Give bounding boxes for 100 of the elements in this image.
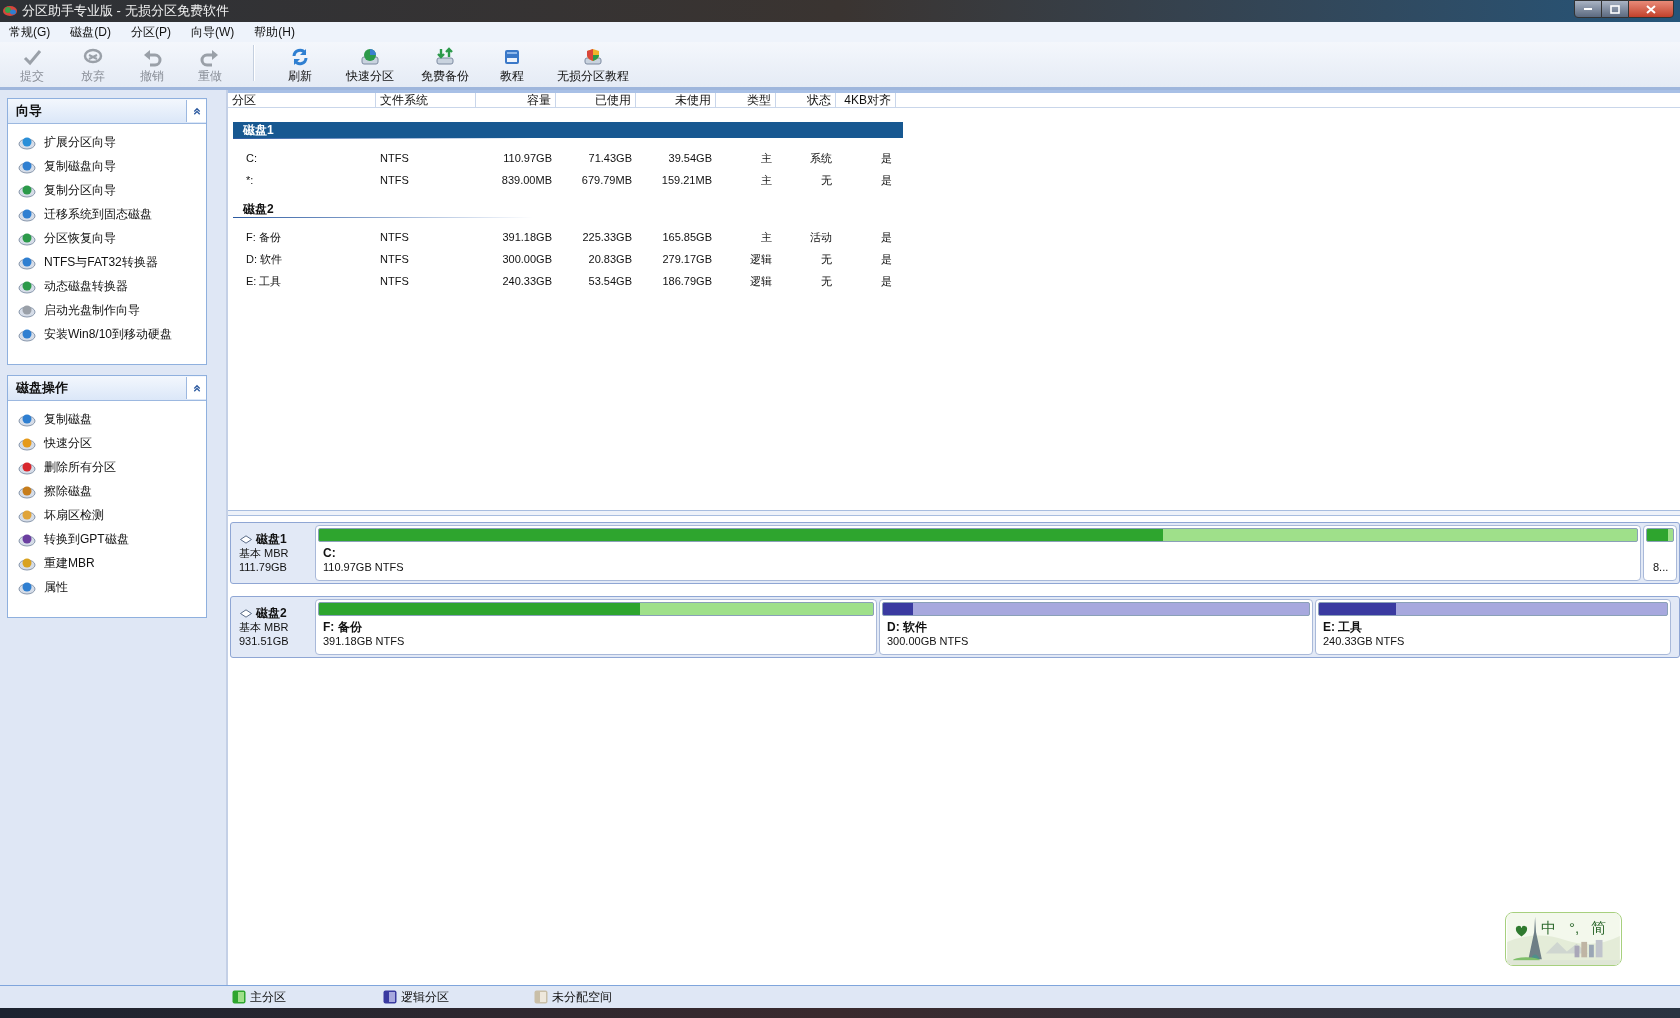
- menu-item[interactable]: 磁盘(D): [63, 22, 118, 42]
- sidebar-item[interactable]: 快速分区: [8, 431, 206, 455]
- sidebar-item[interactable]: NTFS与FAT32转换器: [8, 250, 206, 274]
- table-cell-text: 逻辑: [749, 273, 773, 289]
- swatch-icon: [232, 990, 246, 1004]
- table-cell-text: NTFS: [379, 273, 410, 289]
- table-cell-text: NTFS: [379, 150, 410, 166]
- table-cell-text: 主: [760, 172, 773, 188]
- window-title: 分区助手专业版 - 无损分区免费软件: [22, 2, 229, 21]
- sidebar-item[interactable]: 坏扇区检测: [8, 503, 206, 527]
- collapse-button[interactable]: [186, 377, 206, 399]
- column-header[interactable]: 状态: [776, 93, 836, 107]
- menu-item[interactable]: 向导(W): [184, 22, 242, 42]
- table-cell-text: 是: [880, 172, 893, 188]
- sidebar-item[interactable]: 启动光盘制作向导: [8, 298, 206, 322]
- table-cell-text: 是: [880, 150, 893, 166]
- table-cell-text: 165.85GB: [661, 229, 713, 245]
- sidebar-item[interactable]: 分区恢复向导: [8, 226, 206, 250]
- disk-icon: [360, 47, 380, 67]
- sidebar-item[interactable]: 复制磁盘向导: [8, 154, 206, 178]
- toolbar-button[interactable]: 快速分区: [331, 47, 409, 83]
- table-cell-text: 279.17GB: [661, 251, 713, 267]
- sidebar-item[interactable]: 属性: [8, 575, 206, 599]
- legend-label: 主分区: [250, 989, 286, 1006]
- sidebar-item[interactable]: 扩展分区向导: [8, 130, 206, 154]
- column-header[interactable]: 未使用: [636, 93, 716, 107]
- refresh-icon: [290, 47, 310, 67]
- table-cell-text: E: 工具: [245, 273, 283, 289]
- partition-block[interactable]: F: 备份 391.18GB NTFS: [315, 599, 877, 655]
- redo-icon: [200, 47, 220, 67]
- ime-mode-button[interactable]: 中: [1541, 919, 1556, 937]
- partition-detail: 300.00GB NTFS: [887, 634, 970, 648]
- partition-detail: 8...: [1652, 560, 1670, 574]
- partition-block[interactable]: E: 工具 240.33GB NTFS: [1315, 599, 1671, 655]
- sidebar-item[interactable]: 动态磁盘转换器: [8, 274, 206, 298]
- table-cell-text: 主: [760, 150, 773, 166]
- table-cell-text: NTFS: [379, 229, 410, 245]
- column-header[interactable]: 分区: [228, 93, 376, 107]
- panel-title: 向导: [15, 102, 42, 121]
- sidebar-item[interactable]: 转换到GPT磁盘: [8, 527, 206, 551]
- partition-detail: 391.18GB NTFS: [323, 634, 406, 648]
- partition-label: F: 备份: [323, 620, 363, 634]
- sidebar-item[interactable]: 擦除磁盘: [8, 479, 206, 503]
- partition-label: C:: [323, 546, 337, 560]
- table-cell-text: C:: [245, 150, 258, 166]
- collapse-button[interactable]: [186, 100, 206, 122]
- sidebar-item[interactable]: 复制分区向导: [8, 178, 206, 202]
- heart-icon: [1515, 925, 1528, 937]
- sidebar-item[interactable]: 安装Win8/10到移动硬盘: [8, 322, 206, 346]
- table-cell-text: 159.21MB: [660, 172, 713, 188]
- toolbar-button[interactable]: 教程: [481, 47, 543, 83]
- disk-group-header[interactable]: 磁盘1: [233, 122, 903, 138]
- shield-icon: [583, 47, 603, 67]
- toolbar-button[interactable]: 免费备份: [409, 47, 481, 83]
- menu-item[interactable]: 分区(P): [124, 22, 178, 42]
- disk-group-header[interactable]: 磁盘2: [233, 201, 903, 217]
- table-cell-text: 20.83GB: [587, 251, 633, 267]
- panel-title: 磁盘操作: [14, 379, 68, 398]
- menu-item[interactable]: 帮助(H): [247, 22, 302, 42]
- minimize-button[interactable]: [1574, 0, 1602, 18]
- column-header[interactable]: 类型: [716, 93, 776, 107]
- sidebar-item[interactable]: 重建MBR: [8, 551, 206, 575]
- column-header[interactable]: 容量: [476, 93, 556, 107]
- column-header[interactable]: 4KB对齐: [836, 93, 896, 107]
- check-icon: [21, 47, 42, 67]
- close-button[interactable]: [1628, 0, 1674, 18]
- partition-label: E: 工具: [1323, 620, 1364, 634]
- ime-punctuation-button[interactable]: °,: [1569, 919, 1580, 937]
- table-cell-text: 679.79MB: [580, 172, 633, 188]
- swatch-icon: [534, 990, 548, 1004]
- app-icon: [2, 4, 18, 18]
- sidebar-item[interactable]: 复制磁盘: [8, 407, 206, 431]
- book-icon: [502, 47, 522, 67]
- table-cell-text: 39.54GB: [667, 150, 713, 166]
- sidebar-item[interactable]: 迁移系统到固态磁盘: [8, 202, 206, 226]
- maximize-button[interactable]: [1602, 0, 1628, 18]
- partition-block[interactable]: D: 软件 300.00GB NTFS: [879, 599, 1313, 655]
- column-header[interactable]: 已使用: [556, 93, 636, 107]
- disk-type: 基本 MBR: [239, 546, 290, 560]
- partition-block[interactable]: C: 110.97GB NTFS: [315, 525, 1641, 581]
- column-header[interactable]: 文件系统: [376, 93, 476, 107]
- table-cell-text: *:: [245, 172, 255, 188]
- toolbar-button[interactable]: 刷新: [269, 47, 331, 83]
- table-cell-text: 系统: [809, 150, 833, 166]
- menu-item[interactable]: 常规(G): [2, 22, 58, 42]
- partition-block[interactable]: 8...: [1643, 525, 1677, 581]
- disk-type: 基本 MBR: [239, 620, 290, 634]
- partition-label: D: 软件: [887, 620, 928, 634]
- table-cell-text: 活动: [809, 229, 833, 245]
- legend-label: 未分配空间: [552, 989, 612, 1006]
- table-cell-text: F: 备份: [245, 229, 282, 245]
- toolbar-button[interactable]: 无损分区教程: [543, 47, 643, 83]
- table-cell-text: 186.79GB: [661, 273, 713, 289]
- ime-script-button[interactable]: 简: [1591, 919, 1606, 937]
- table-cell-text: 53.54GB: [587, 273, 633, 289]
- table-cell-text: 240.33GB: [501, 273, 553, 289]
- chevron-icon: [191, 383, 202, 393]
- table-cell-text: 无: [820, 273, 833, 289]
- table-cell-text: 839.00MB: [500, 172, 553, 188]
- sidebar-item[interactable]: 删除所有分区: [8, 455, 206, 479]
